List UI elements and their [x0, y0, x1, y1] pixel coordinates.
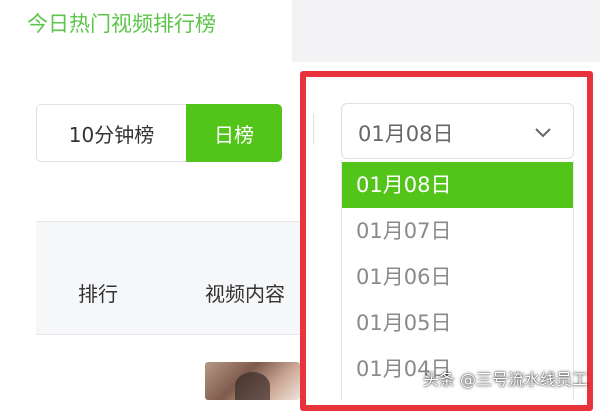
divider: [313, 114, 314, 144]
tab-label: 今日热门视频排行榜: [27, 12, 216, 36]
date-option[interactable]: 01月08日: [342, 162, 573, 208]
daily-ranking-button[interactable]: 日榜: [186, 104, 282, 162]
date-option[interactable]: 01月05日: [342, 300, 573, 346]
tab-today-hot-videos[interactable]: 今日热门视频排行榜: [0, 0, 292, 62]
date-option[interactable]: 01月07日: [342, 208, 573, 254]
ten-minute-ranking-button[interactable]: 10分钟榜: [36, 104, 186, 162]
column-header-video-content[interactable]: 视频内容: [205, 278, 285, 307]
watermark: 头条 @三号流水线员工: [422, 370, 588, 389]
chevron-down-icon: [535, 128, 551, 138]
video-thumbnail[interactable]: [205, 362, 300, 400]
divider: [36, 221, 300, 222]
ranking-period-toggle: 10分钟榜 日榜: [36, 104, 282, 162]
column-header-rank[interactable]: 排行: [78, 278, 118, 307]
thumbnail-figure: [235, 372, 270, 400]
date-dropdown-menu: 01月08日 01月07日 01月06日 01月05日 01月04日: [341, 160, 574, 400]
tab-bar-background: [292, 0, 600, 62]
top-tab-bar: 今日热门视频排行榜: [0, 0, 600, 62]
date-option[interactable]: 01月06日: [342, 254, 573, 300]
date-select[interactable]: 01月08日: [341, 103, 574, 159]
divider: [36, 334, 300, 335]
date-select-value: 01月08日: [358, 122, 454, 146]
